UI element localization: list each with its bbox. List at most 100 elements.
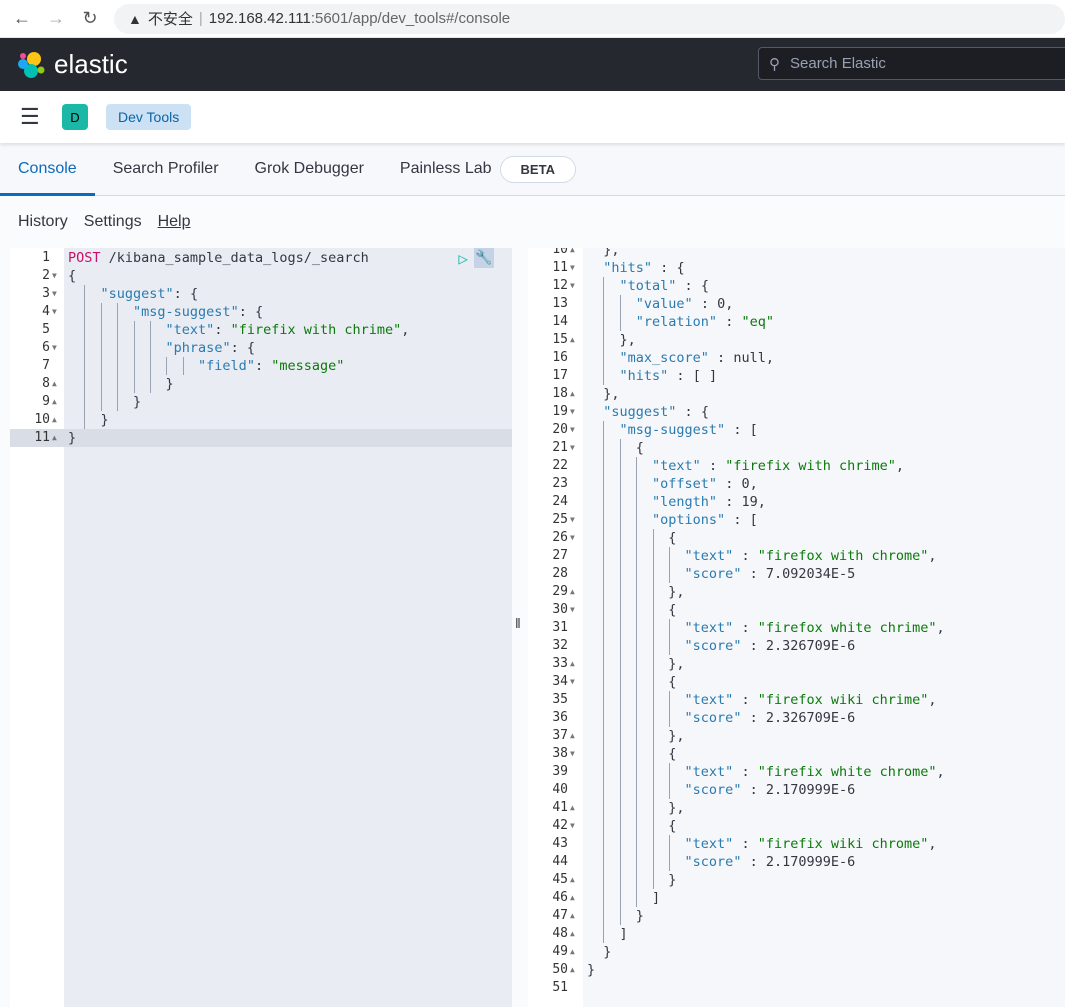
tab-grok-debugger[interactable]: Grok Debugger xyxy=(237,143,382,196)
fold-down-icon[interactable]: ▼ xyxy=(570,529,575,547)
code-text: { xyxy=(587,440,644,456)
wrench-icon[interactable]: 🔧 xyxy=(474,248,494,268)
fold-up-icon[interactable]: ▲ xyxy=(570,943,575,961)
fold-down-icon[interactable]: ▼ xyxy=(570,601,575,619)
fold-up-icon[interactable]: ▲ xyxy=(570,331,575,349)
security-label: 不安全 xyxy=(147,11,193,28)
fold-down-icon[interactable]: ▼ xyxy=(52,267,57,285)
reload-icon[interactable]: ↻ xyxy=(80,8,100,29)
forward-icon[interactable]: → xyxy=(46,8,66,29)
line-number: 46 xyxy=(552,890,568,905)
code-line: 37 ▲ }, xyxy=(528,727,1065,745)
code-text: }, xyxy=(587,332,636,348)
code-text: }, xyxy=(587,800,685,816)
code-text: "suggest" : { xyxy=(603,404,709,420)
code-line: 4 ▼ "msg-suggest": { xyxy=(10,303,512,321)
line-number: 3 xyxy=(42,286,50,301)
fold-up-icon[interactable]: ▲ xyxy=(570,385,575,403)
code-line: 27 "text" : "firefox with chrome", xyxy=(528,547,1065,565)
fold-down-icon[interactable]: ▼ xyxy=(570,403,575,421)
code-line: 19 ▼ "suggest" : { xyxy=(528,403,1065,421)
code-line: 33 ▲ }, xyxy=(528,655,1065,673)
code-text: "score" : 2.170999E-6 xyxy=(684,782,856,798)
line-number: 23 xyxy=(552,476,568,491)
code-text: "text" : "firefox with chrome", xyxy=(684,548,937,564)
fold-up-icon[interactable]: ▲ xyxy=(570,889,575,907)
tab-search-profiler[interactable]: Search Profiler xyxy=(95,143,237,196)
settings-link[interactable]: Settings xyxy=(84,213,142,231)
tab-console[interactable]: Console xyxy=(0,143,95,196)
code-text: "text" : "firefix white chrome", xyxy=(684,764,945,780)
fold-up-icon[interactable]: ▲ xyxy=(570,727,575,745)
response-editor[interactable]: 10 ▲ }, 11 ▼ "hits" : {12 ▼ "total" : {13 "v… xyxy=(528,248,1065,1007)
code-line: 35 "text" : "firefox wiki chrime", xyxy=(528,691,1065,709)
code-line: 15 ▲ }, xyxy=(528,331,1065,349)
fold-up-icon[interactable]: ▲ xyxy=(570,925,575,943)
code-line: 24 "length" : 19, xyxy=(528,493,1065,511)
line-number: 10 xyxy=(552,248,568,257)
code-line: 20 ▼ "msg-suggest" : [ xyxy=(528,421,1065,439)
code-text: } xyxy=(68,394,142,410)
line-number: 27 xyxy=(552,548,568,563)
fold-down-icon[interactable]: ▼ xyxy=(570,673,575,691)
fold-up-icon[interactable]: ▲ xyxy=(570,248,575,259)
line-number: 15 xyxy=(552,332,568,347)
global-search-input[interactable]: ⚲ Search Elastic xyxy=(758,47,1065,80)
line-number: 10 xyxy=(34,412,50,427)
fold-down-icon[interactable]: ▼ xyxy=(570,511,575,529)
help-link[interactable]: Help xyxy=(158,213,191,231)
fold-up-icon[interactable]: ▲ xyxy=(570,961,575,979)
back-icon[interactable]: ← xyxy=(12,8,32,29)
line-number: 18 xyxy=(552,386,568,401)
code-line: 30 ▼ { xyxy=(528,601,1065,619)
fold-up-icon[interactable]: ▲ xyxy=(52,393,57,411)
address-bar[interactable]: ▲ 不安全 | 192.168.42.111:5601/app/dev_tool… xyxy=(114,3,1065,34)
line-number: 7 xyxy=(42,358,50,373)
breadcrumb-dev-tools[interactable]: Dev Tools xyxy=(106,104,192,130)
line-number: 45 xyxy=(552,872,568,887)
tab-painless-lab[interactable]: Painless Lab xyxy=(382,143,510,196)
fold-down-icon[interactable]: ▼ xyxy=(570,259,575,277)
elastic-logo[interactable]: elastic xyxy=(16,49,128,80)
fold-down-icon[interactable]: ▼ xyxy=(570,745,575,763)
code-text: "offset" : 0, xyxy=(652,476,758,492)
url-host: 192.168.42.111 xyxy=(208,10,311,27)
fold-down-icon[interactable]: ▼ xyxy=(570,439,575,457)
code-text: } xyxy=(587,962,596,978)
code-line: 21 ▼ { xyxy=(528,439,1065,457)
code-text: "msg-suggest": { xyxy=(133,304,264,320)
fold-down-icon[interactable]: ▼ xyxy=(570,277,575,295)
menu-icon[interactable]: ☰ xyxy=(20,104,42,130)
code-line: 5 "text": "firefix with chrime", xyxy=(10,321,512,339)
line-number: 1 xyxy=(42,250,50,265)
fold-down-icon[interactable]: ▼ xyxy=(570,817,575,835)
space-avatar[interactable]: D xyxy=(62,104,88,130)
code-line: 13 "value" : 0, xyxy=(528,295,1065,313)
line-number: 32 xyxy=(552,638,568,653)
fold-up-icon[interactable]: ▲ xyxy=(570,799,575,817)
fold-down-icon[interactable]: ▼ xyxy=(52,303,57,321)
fold-up-icon[interactable]: ▲ xyxy=(570,907,575,925)
fold-up-icon[interactable]: ▲ xyxy=(570,655,575,673)
line-number: 48 xyxy=(552,926,568,941)
fold-down-icon[interactable]: ▼ xyxy=(570,421,575,439)
code-line: 25 ▼ "options" : [ xyxy=(528,511,1065,529)
fold-up-icon[interactable]: ▲ xyxy=(52,429,57,447)
history-link[interactable]: History xyxy=(18,213,68,231)
request-editor[interactable]: 1 POST /kibana_sample_data_logs/_search 2 ▼… xyxy=(10,248,512,1007)
code-line: 29 ▲ }, xyxy=(528,583,1065,601)
code-text: "options" : [ xyxy=(652,512,758,528)
code-text: } xyxy=(587,908,644,924)
play-icon[interactable]: ▷ xyxy=(458,249,468,268)
fold-up-icon[interactable]: ▲ xyxy=(570,871,575,889)
fold-up-icon[interactable]: ▲ xyxy=(52,411,57,429)
search-icon: ⚲ xyxy=(769,55,780,73)
resize-handle[interactable]: ‖ xyxy=(515,615,521,631)
fold-up-icon[interactable]: ▲ xyxy=(52,375,57,393)
fold-down-icon[interactable]: ▼ xyxy=(52,285,57,303)
code-line: 34 ▼ { xyxy=(528,673,1065,691)
console-menu: History Settings Help xyxy=(0,196,1065,248)
fold-down-icon[interactable]: ▼ xyxy=(52,339,57,357)
fold-up-icon[interactable]: ▲ xyxy=(570,583,575,601)
line-number: 25 xyxy=(552,512,568,527)
